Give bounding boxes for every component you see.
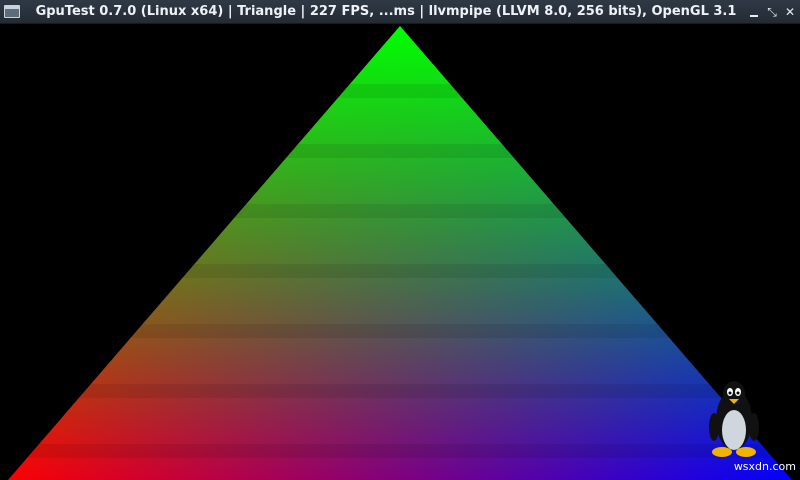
close-icon: ✕ [784, 5, 796, 19]
maximize-icon: ⤡ [767, 5, 777, 19]
window-menu-icon[interactable] [4, 5, 20, 18]
watermark-text: wsxdn.com [733, 460, 796, 473]
minimize-button[interactable] [746, 4, 762, 20]
maximize-button[interactable]: ⤡ [764, 4, 780, 20]
close-button[interactable]: ✕ [782, 4, 798, 20]
window-title: GpuTest 0.7.0 (Linux x64) | Triangle | 2… [35, 4, 737, 19]
app-window: GpuTest 0.7.0 (Linux x64) | Triangle | 2… [0, 0, 800, 480]
render-canvas [0, 24, 800, 480]
title-bar[interactable]: GpuTest 0.7.0 (Linux x64) | Triangle | 2… [0, 0, 800, 24]
rgb-triangle [8, 26, 792, 480]
minimize-icon [750, 15, 758, 17]
